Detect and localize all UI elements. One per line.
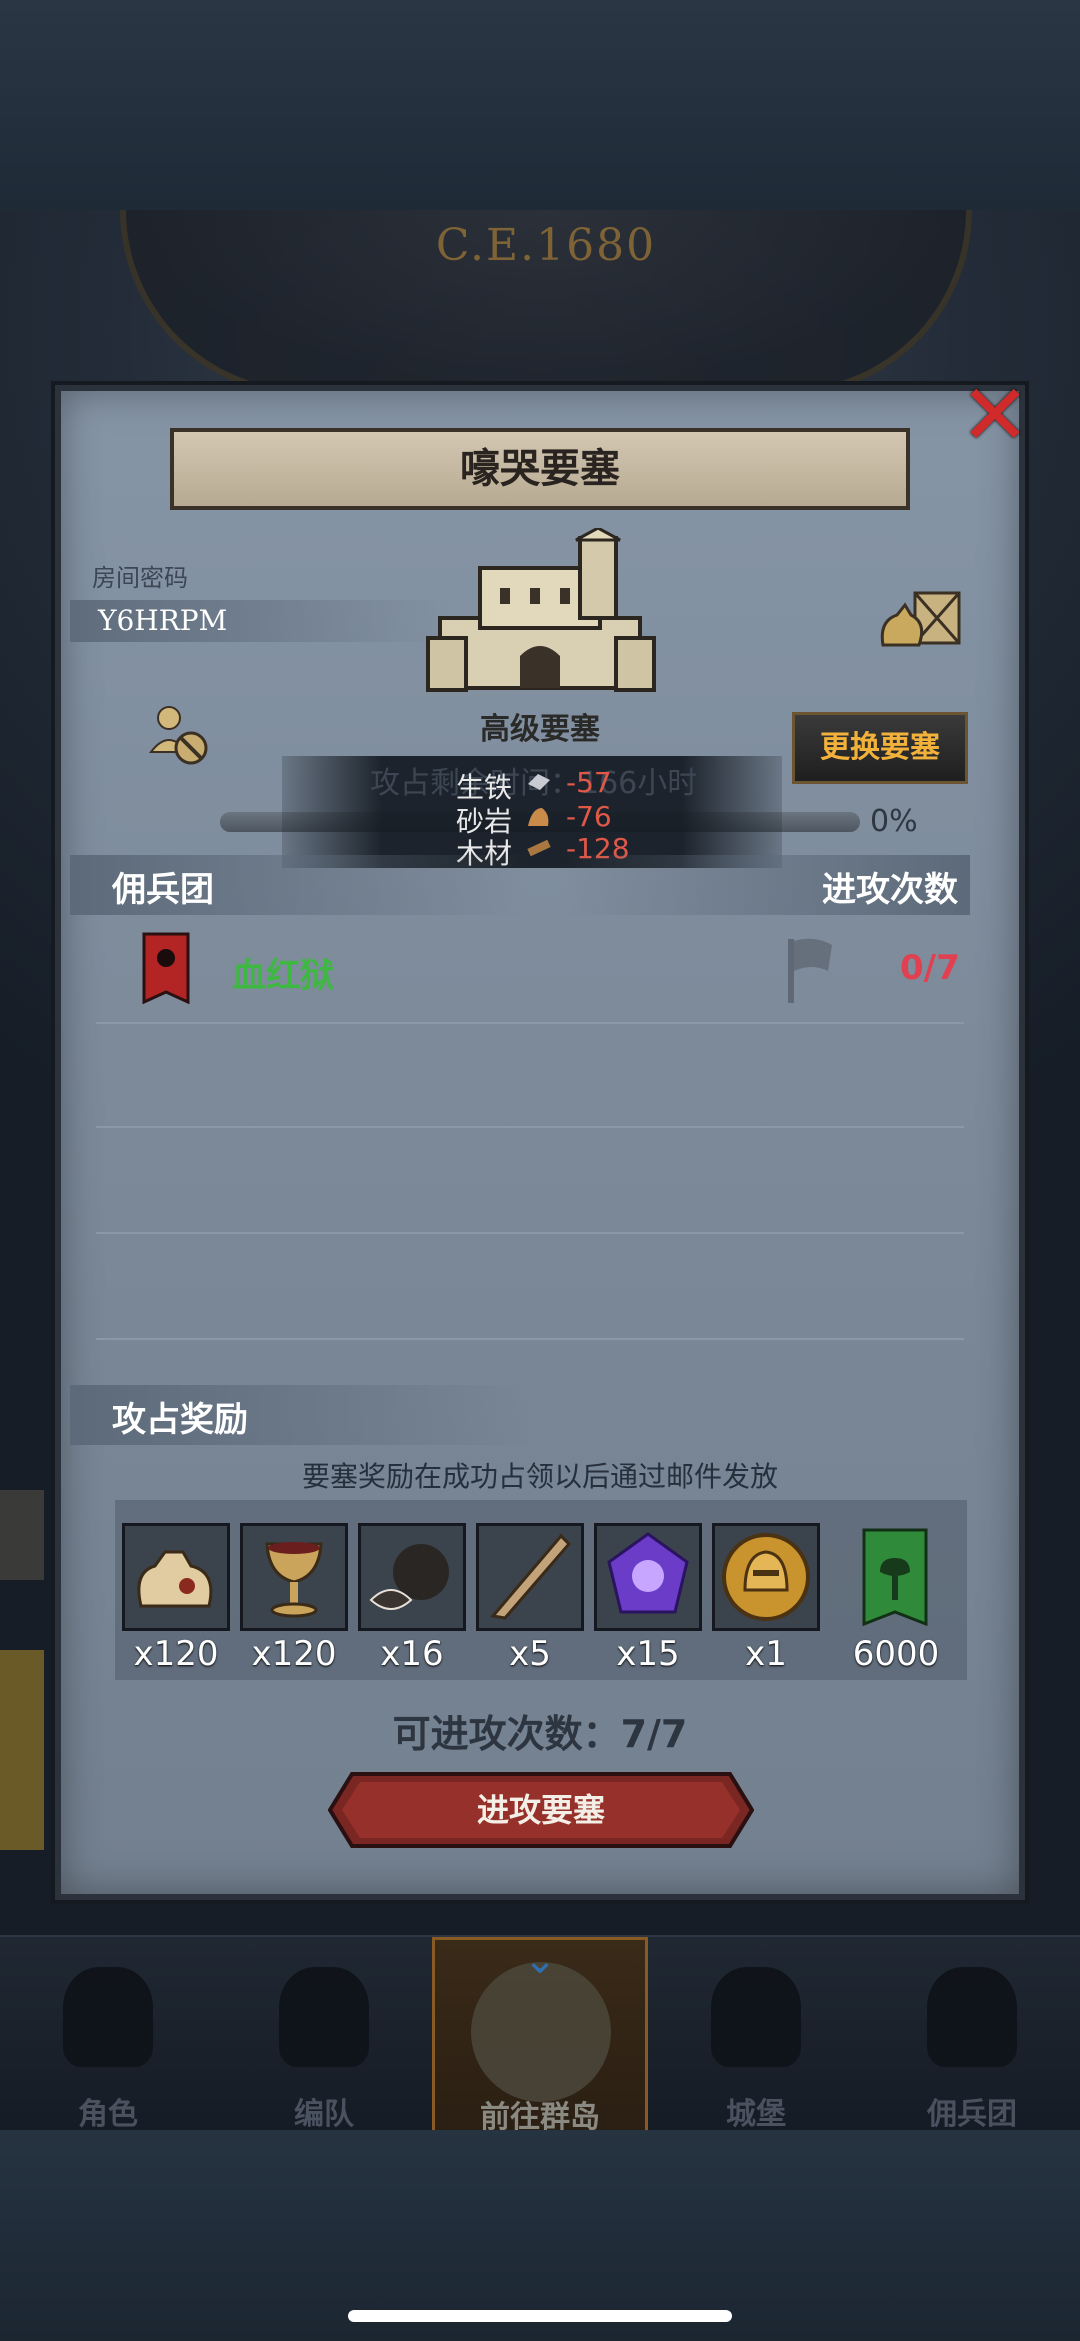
gold-helmet-coin-icon [722,1533,810,1621]
reward-qty: x16 [380,1634,444,1674]
reward-item[interactable] [358,1523,466,1631]
goblet-icon [265,1542,323,1618]
title-banner: 嚎哭要塞 [170,428,910,510]
no-user-icon[interactable] [145,700,215,770]
reward-qty: 6000 [852,1634,940,1674]
change-fortress-button[interactable]: 更换要塞 [792,712,968,784]
nav-label: 佣兵团 [927,2097,1017,2132]
rewards-note: 要塞奖励在成功占领以后通过邮件发放 [301,1460,778,1493]
reward-qty: x5 [509,1634,551,1674]
resource-value: -57 [566,766,612,799]
nav-item-character[interactable]: 角色 [0,1937,216,2137]
home-indicator[interactable] [348,2310,732,2322]
top-bar [0,0,1080,210]
reward-qty: x120 [251,1634,337,1674]
nav-item-castle[interactable]: 城堡 [648,1937,864,2137]
close-button[interactable]: ✕ [955,373,1035,457]
mercenary-section-title: 佣兵团 [112,870,214,910]
helmet-icon [279,1967,369,2067]
row-divider [96,1022,964,1024]
row-divider [96,1232,964,1234]
mercenary-name: 血红狱 [232,956,334,996]
sandstone-icon [528,808,549,826]
nav-label: 角色 [78,2097,138,2132]
fortress-grade: 高级要塞 [480,712,600,747]
bag-icon [137,1550,213,1608]
reward-item[interactable] [476,1523,584,1631]
nav-label: 城堡 [726,2097,786,2132]
attack-fortress-label: 进攻要塞 [476,1791,605,1829]
reward-item[interactable] [240,1523,348,1631]
reward-qty: x15 [616,1634,680,1674]
remaining-attempts: 可进攻次数：7/7 [392,1712,688,1756]
fortress-image [426,528,656,692]
reward-item[interactable] [594,1523,702,1631]
room-password-label: 房间密码 [92,564,188,592]
tree-banner-icon[interactable] [862,1528,928,1626]
close-icon: ✕ [959,366,1031,464]
reward-item[interactable] [712,1523,820,1631]
nav-label: 编队 [294,2097,354,2132]
reward-item[interactable] [122,1523,230,1631]
era-label: C.E.1680 [435,220,657,271]
modal-title: 嚎哭要塞 [460,446,620,492]
progress-percent: 0% [870,804,918,839]
resource-value: -76 [566,800,612,833]
row-divider [96,1338,964,1340]
iron-icon [528,774,550,790]
reward-qty: x1 [745,1634,787,1674]
left-side-widget[interactable] [0,1490,44,1580]
change-fortress-label: 更换要塞 [820,730,940,765]
red-banner-icon [142,932,190,1004]
row-divider [96,1126,964,1128]
attack-count-header: 进攻次数 [822,870,958,910]
flag-icon [788,938,832,1003]
banner-icon [927,1967,1017,2067]
chevron-down-icon: ⌄ [523,1937,557,1983]
room-code: Y6HRPM [98,604,228,637]
purple-gem-icon [607,1532,689,1614]
horn-icon [490,1533,572,1620]
truffle-icon [369,1544,449,1610]
compass-icon [471,1962,611,2102]
bag-crate-icon[interactable] [875,585,965,655]
era-dial: C.E.1680 [120,210,972,396]
mercenary-attack-count: 0/7 [900,948,960,988]
knight-icon [63,1967,153,2067]
nav-item-mercenary[interactable]: 佣兵团 [864,1937,1080,2137]
reward-qty: x120 [133,1634,219,1674]
rewards-section-title: 攻占奖励 [112,1400,248,1440]
castle-icon [711,1967,801,2067]
nav-item-formation[interactable]: 编队 [216,1937,432,2137]
